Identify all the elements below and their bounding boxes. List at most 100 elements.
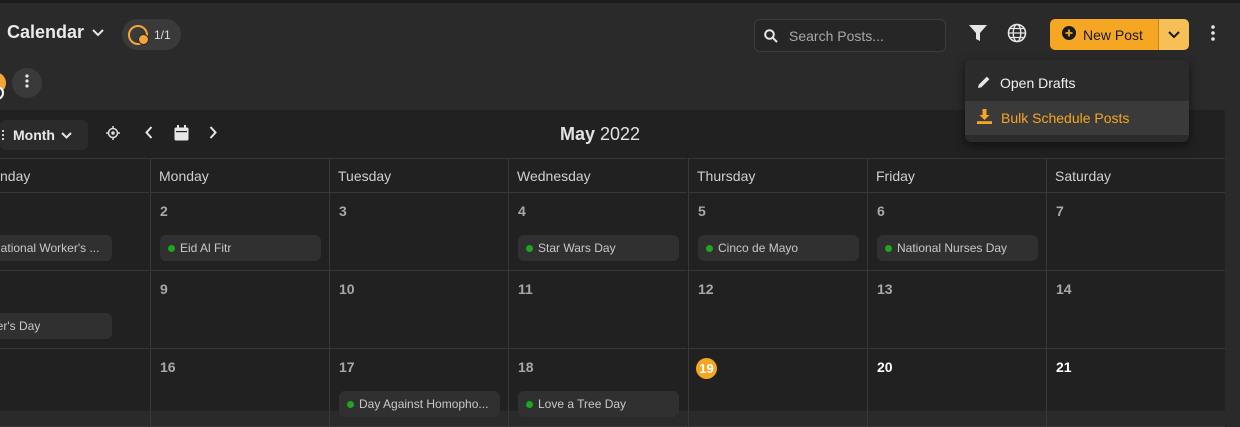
event-status-dot-icon <box>168 244 175 252</box>
date-number: 6 <box>877 203 885 219</box>
holiday-event[interactable]: Eid Al Fitr <box>160 235 321 261</box>
weekday-header: nday <box>0 158 149 193</box>
holiday-event[interactable]: Love a Tree Day <box>518 391 679 417</box>
account-selector[interactable]: 1/1 <box>122 19 181 50</box>
menu-item-label: Open Drafts <box>1000 75 1076 91</box>
filter-icon <box>968 24 988 47</box>
date-number: 13 <box>877 281 893 297</box>
today-date-number: 19 <box>696 358 717 379</box>
event-status-dot-icon <box>347 400 354 408</box>
event-status-dot-icon <box>706 244 713 252</box>
date-number: 12 <box>698 281 714 297</box>
date-number: 16 <box>160 359 176 375</box>
weekday-header: Saturday <box>1046 158 1225 193</box>
event-status-dot-icon <box>526 244 533 252</box>
date-number: 21 <box>1056 359 1072 375</box>
day-cell[interactable]: 20 <box>867 349 1046 427</box>
event-status-dot-icon <box>885 244 892 252</box>
event-title: National Nurses Day <box>897 241 1008 255</box>
new-post-button[interactable]: New Post <box>1050 19 1158 50</box>
date-number: 17 <box>339 359 355 375</box>
calendar-view-switcher[interactable]: Calendar <box>7 22 104 43</box>
holiday-event[interactable]: Day Against Homopho... <box>339 391 500 417</box>
search-input[interactable] <box>787 26 941 45</box>
day-cell[interactable]: 7 <box>1046 193 1225 271</box>
date-number: 2 <box>160 203 168 219</box>
day-cell[interactable]: 5 Cinco de Mayo <box>688 193 867 271</box>
event-title: Eid Al Fitr <box>180 241 232 255</box>
new-post-label: New Post <box>1083 26 1143 43</box>
weekday-header: Monday <box>150 158 329 193</box>
date-number: 4 <box>518 203 526 219</box>
bulk-schedule-menu-item[interactable]: Bulk Schedule Posts <box>965 101 1189 135</box>
date-number: 7 <box>1056 203 1064 219</box>
day-cell[interactable]: 3 <box>329 193 508 271</box>
day-cell[interactable]: 19 <box>688 349 867 427</box>
date-number: 18 <box>518 359 534 375</box>
new-post-options-menu: Open Drafts Bulk Schedule Posts <box>965 60 1189 142</box>
date-number: 14 <box>1056 281 1072 297</box>
event-title: Mother's Day <box>0 319 41 333</box>
year: 2022 <box>599 124 641 144</box>
day-cell[interactable]: 17 Day Against Homopho... <box>329 349 508 427</box>
pencil-icon <box>977 75 991 92</box>
day-cell[interactable]: 12 <box>688 271 867 349</box>
event-title: Star Wars Day <box>538 241 616 255</box>
timezone-button[interactable] <box>1003 21 1031 49</box>
event-status-dot-icon <box>526 400 533 408</box>
chevron-down-icon <box>92 28 104 37</box>
day-cell[interactable]: International Worker's ... <box>0 193 149 271</box>
holiday-event[interactable]: Star Wars Day <box>518 235 679 261</box>
day-cell[interactable]: 10 <box>329 271 508 349</box>
chevron-down-icon <box>1168 26 1180 44</box>
date-number: 5 <box>698 203 706 219</box>
weekday-header: Wednesday <box>508 158 687 193</box>
vertical-dots-icon <box>25 73 29 93</box>
weekday-header: Tuesday <box>329 158 508 193</box>
menu-item-label: Bulk Schedule Posts <box>1001 110 1130 126</box>
date-number: 3 <box>339 203 347 219</box>
weekday-header: Thursday <box>688 158 867 193</box>
day-cell[interactable]: 2 Eid Al Fitr <box>150 193 329 271</box>
event-title: Love a Tree Day <box>538 397 627 411</box>
day-cell[interactable]: 18 Love a Tree Day <box>508 349 687 427</box>
account-count: 1/1 <box>154 27 171 42</box>
day-cell[interactable]: 16 <box>150 349 329 427</box>
day-cell[interactable]: 21 <box>1046 349 1225 427</box>
day-cell[interactable]: 4 Star Wars Day <box>508 193 687 271</box>
profile-more-button[interactable] <box>12 68 42 98</box>
holiday-event[interactable]: Cinco de Mayo <box>698 235 859 261</box>
weekday-header: Friday <box>867 158 1046 193</box>
day-cell[interactable]: 14 <box>1046 271 1225 349</box>
new-post-options-button[interactable] <box>1158 19 1189 50</box>
date-number: 10 <box>339 281 355 297</box>
new-post-split-button: New Post <box>1050 19 1189 50</box>
plus-circle-icon <box>1062 26 1076 43</box>
day-cell[interactable]: Mother's Day <box>0 271 149 349</box>
event-title: Cinco de Mayo <box>718 241 799 255</box>
day-cell[interactable]: 11 <box>508 271 687 349</box>
date-number: 9 <box>160 281 168 297</box>
account-avatar-icon <box>128 24 149 45</box>
window-top-border <box>0 0 1240 3</box>
holiday-event[interactable]: Mother's Day <box>0 313 112 339</box>
vertical-dots-icon <box>1211 24 1215 46</box>
filter-button[interactable] <box>964 21 992 49</box>
page-title: Calendar <box>7 22 85 42</box>
date-number: 20 <box>877 359 893 375</box>
globe-icon <box>1007 23 1027 48</box>
search-icon <box>755 28 787 43</box>
day-cell[interactable]: 13 <box>867 271 1046 349</box>
profile-avatar-icon[interactable] <box>0 72 6 100</box>
day-cell[interactable]: 6 National Nurses Day <box>867 193 1046 271</box>
open-drafts-menu-item[interactable]: Open Drafts <box>965 66 1189 100</box>
day-cell[interactable]: 9 <box>150 271 329 349</box>
search-field[interactable] <box>754 19 946 52</box>
day-cell[interactable] <box>0 349 149 427</box>
holiday-event[interactable]: International Worker's ... <box>0 235 112 261</box>
month-name: May <box>559 124 595 144</box>
event-title: International Worker's ... <box>0 241 100 255</box>
holiday-event[interactable]: National Nurses Day <box>877 235 1038 261</box>
event-title: Day Against Homopho... <box>359 397 489 411</box>
more-options-button[interactable] <box>1199 21 1227 49</box>
